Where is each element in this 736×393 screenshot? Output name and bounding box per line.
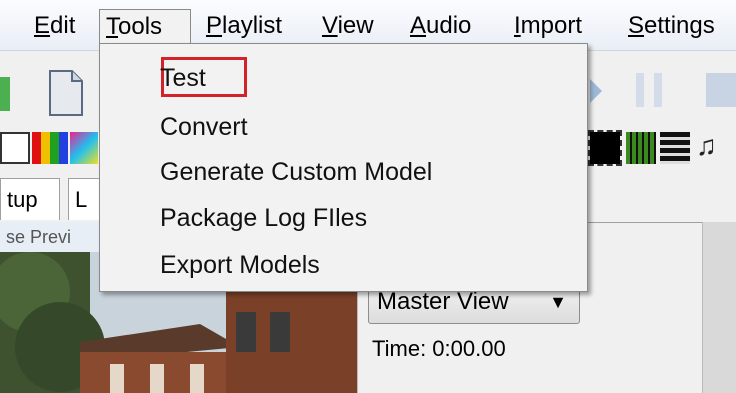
menu-import-label: mport (520, 12, 583, 39)
menu-playlist[interactable]: Playlist (200, 9, 288, 43)
menu-view-label: iew (337, 12, 374, 39)
menu-playlist-mnemonic: P (206, 12, 223, 39)
menu-item-generate-custom-model[interactable]: Generate Custom Model (160, 155, 432, 189)
menu-item-package-log-files[interactable]: Package Log FIles (160, 201, 367, 235)
time-display: Time: 0:00.00 (372, 336, 506, 361)
menu-tools-label: ools (118, 13, 163, 40)
menu-view-mnemonic: V (322, 12, 338, 39)
pause-icon-bar-2[interactable] (654, 73, 662, 107)
fire-effect-icon[interactable] (626, 132, 656, 164)
menu-audio-label: udio (426, 12, 472, 39)
tools-menu-dropdown: Test Convert Generate Custom Model Packa… (99, 43, 588, 292)
house-preview-title: se Previ (0, 222, 110, 252)
text-effect-icon[interactable] (660, 132, 690, 164)
menu-view[interactable]: View (316, 9, 380, 43)
menu-settings-mnemonic: S (628, 12, 645, 39)
menu-item-convert[interactable]: Convert (160, 110, 248, 144)
white-swatch-icon[interactable] (0, 132, 30, 164)
pause-icon-bar-1[interactable] (636, 73, 644, 107)
green-tool-icon[interactable] (0, 77, 10, 111)
menu-audio[interactable]: Audio (404, 9, 477, 43)
menu-import[interactable]: Import (508, 9, 588, 43)
tab-setup[interactable]: tup (0, 178, 60, 220)
color-wash-icon[interactable] (70, 132, 98, 164)
view-select-value: Master View (377, 288, 509, 315)
menu-import-mnemonic: I (514, 12, 521, 39)
music-note-icon[interactable]: ♫ (696, 130, 717, 162)
menu-playlist-label: laylist (222, 12, 283, 39)
menu-settings-label: ettings (644, 12, 715, 39)
off-effect-icon[interactable] (588, 130, 622, 166)
menu-tools[interactable]: Tools (99, 9, 191, 43)
menu-edit-label: dit (50, 12, 76, 39)
menu-tools-mnemonic: T (106, 13, 118, 40)
stop-icon[interactable] (706, 73, 736, 107)
menu-item-export-models[interactable]: Export Models (160, 248, 320, 282)
menu-edit-mnemonic: E (34, 12, 51, 39)
menu-edit[interactable]: Edit (28, 9, 81, 43)
menu-settings[interactable]: Settings (622, 9, 721, 43)
color-bars-icon[interactable] (32, 132, 68, 164)
new-file-icon[interactable] (46, 69, 86, 117)
waveform-panel (702, 222, 736, 393)
menu-item-test[interactable]: Test (160, 61, 206, 95)
menu-audio-mnemonic: A (410, 12, 427, 39)
play-icon[interactable] (590, 79, 602, 103)
